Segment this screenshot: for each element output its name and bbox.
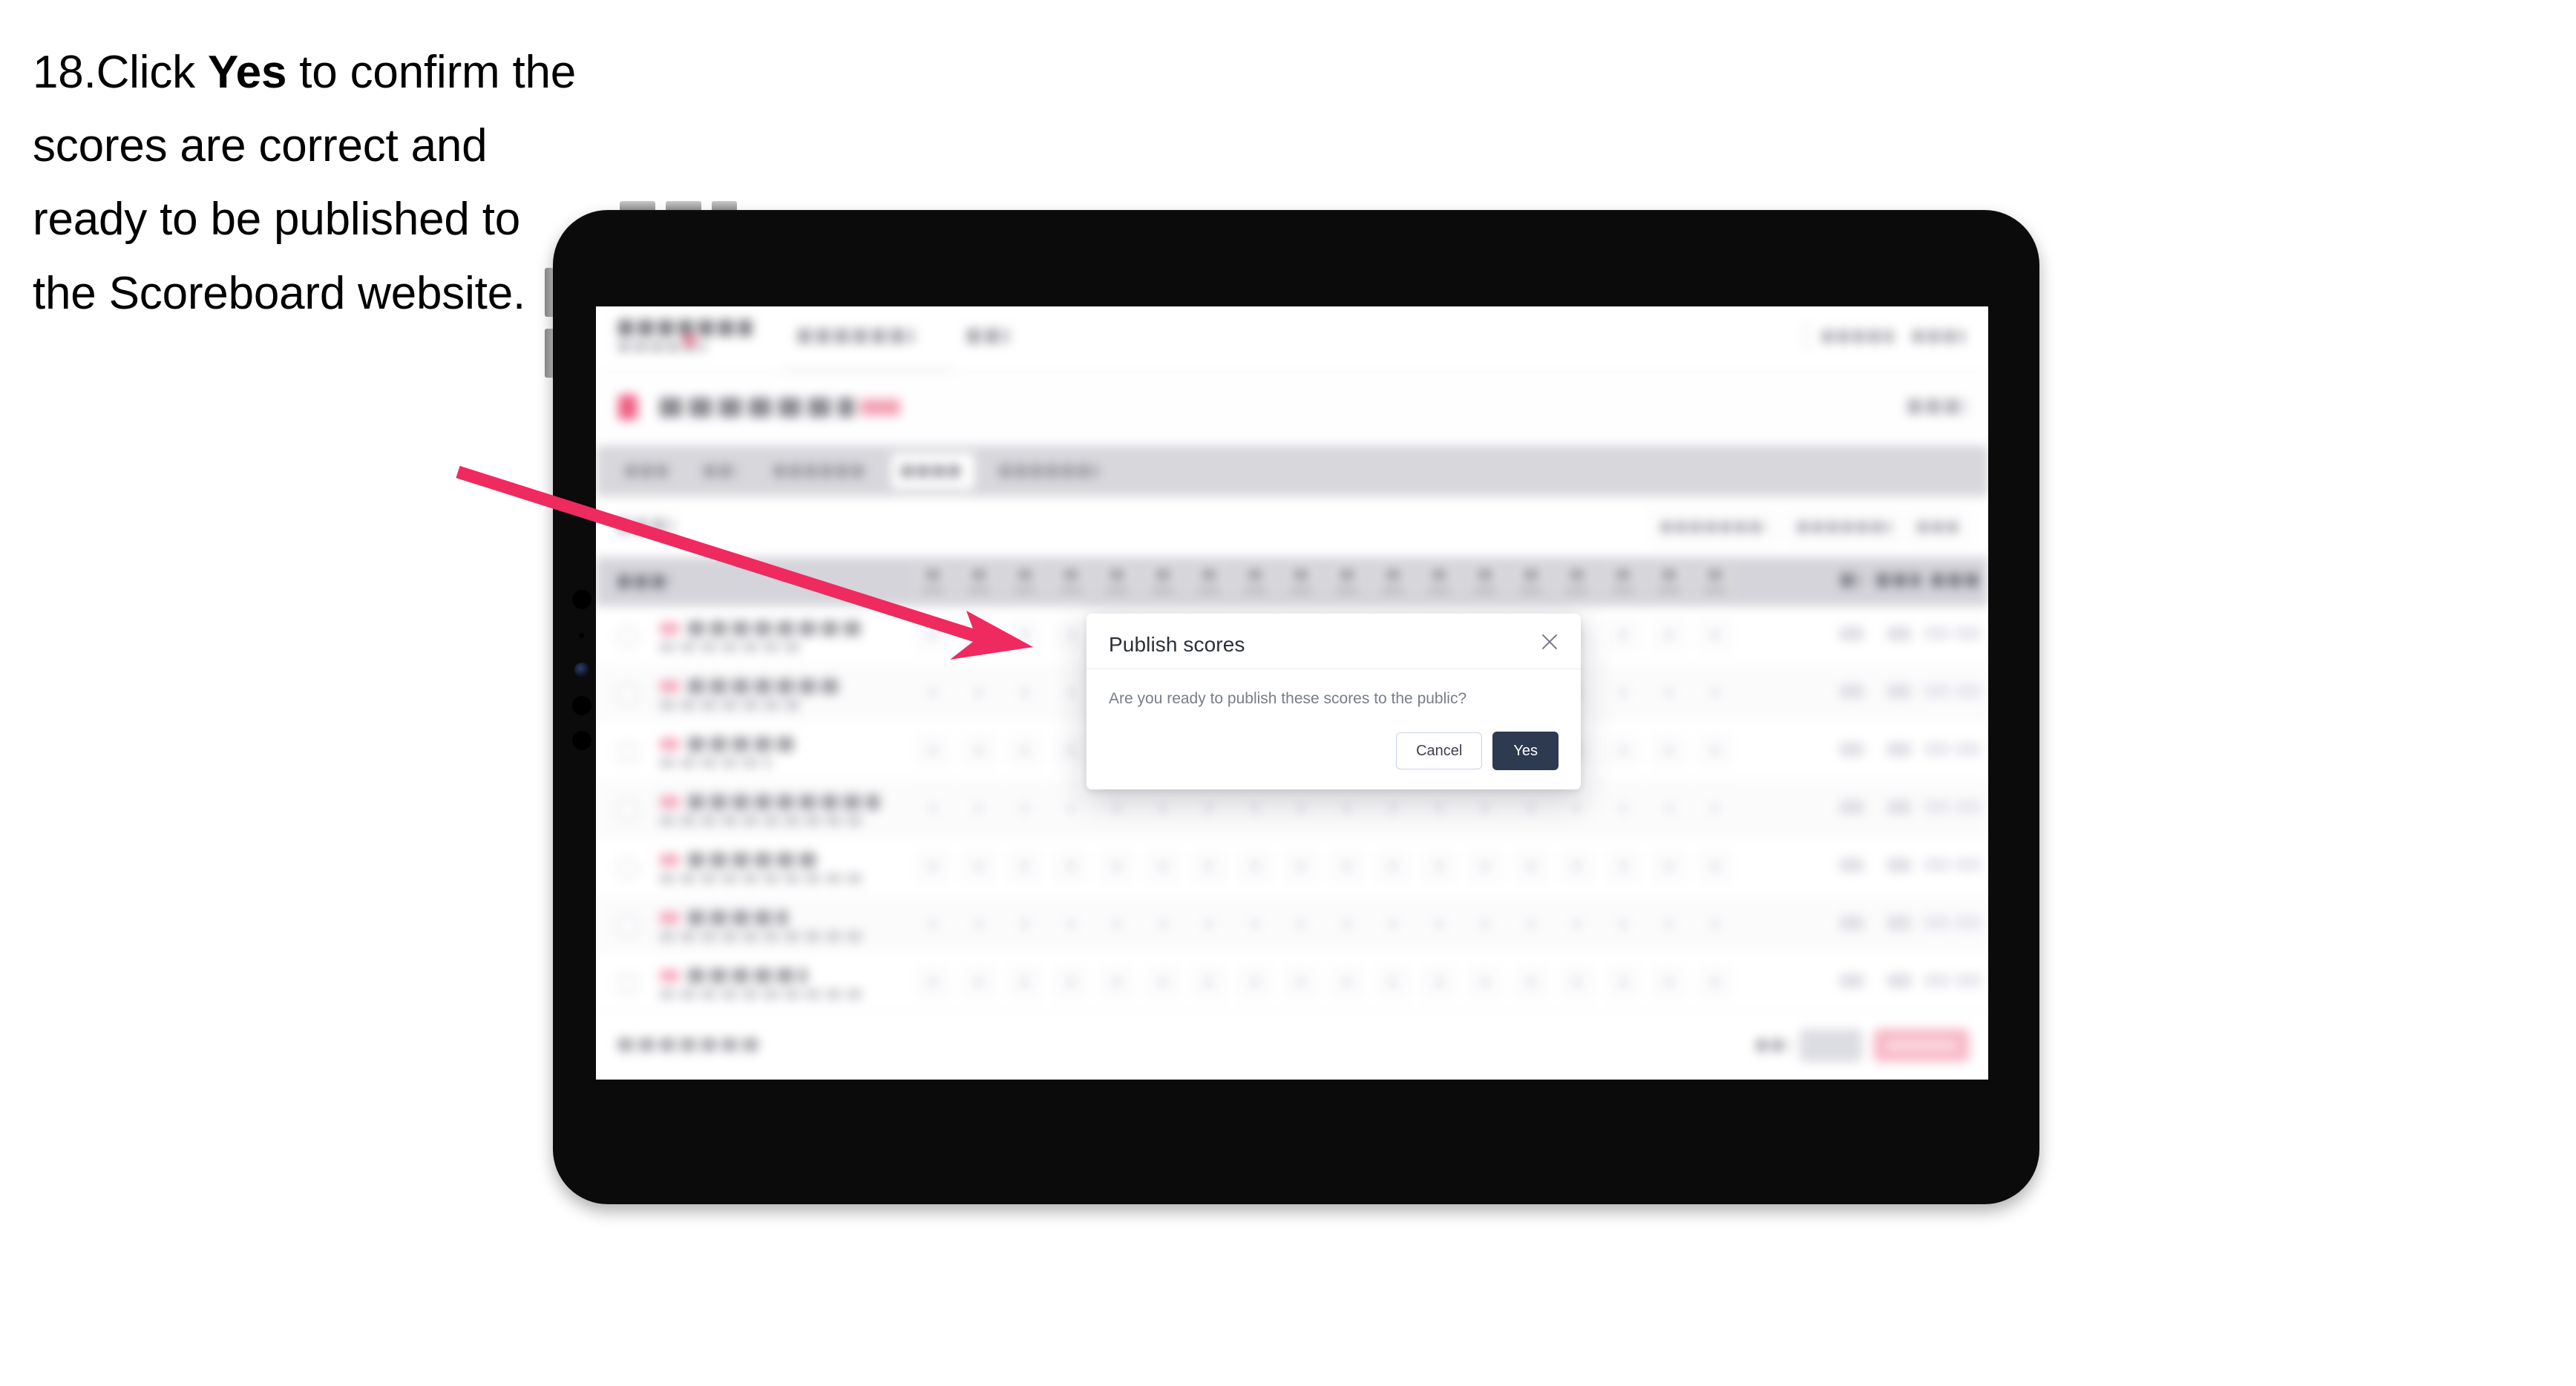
tablet-device: Publish scores Are you ready to publish … <box>544 201 2048 1222</box>
dialog-body: Are you ready to publish these scores to… <box>1087 669 1581 714</box>
instruction-text: 18.Click Yes to confirm the scores are c… <box>33 36 582 330</box>
dialog-message: Are you ready to publish these scores to… <box>1109 689 1467 707</box>
device-camera-icon <box>574 663 589 677</box>
dialog-footer: Cancel Yes <box>1087 714 1581 789</box>
dialog-header: Publish scores <box>1087 614 1581 669</box>
device-speaker-dot-icon <box>572 590 591 609</box>
device-speaker-dot-icon-2 <box>572 696 591 715</box>
device-body: Publish scores Are you ready to publish … <box>553 210 2039 1204</box>
tablet-screen: Publish scores Are you ready to publish … <box>596 306 1988 1080</box>
device-speaker-dot-icon-3 <box>572 731 591 750</box>
instruction-prefix: Click <box>96 47 208 98</box>
device-sensor-dot-icon <box>579 633 584 638</box>
dialog-title: Publish scores <box>1109 633 1245 656</box>
cancel-button[interactable]: Cancel <box>1396 732 1483 770</box>
close-icon[interactable] <box>1538 630 1561 654</box>
yes-button[interactable]: Yes <box>1492 732 1559 771</box>
instruction-bold-word: Yes <box>207 47 287 98</box>
publish-scores-dialog: Publish scores Are you ready to publish … <box>1087 614 1581 790</box>
instruction-step-number: 18. <box>33 47 96 98</box>
